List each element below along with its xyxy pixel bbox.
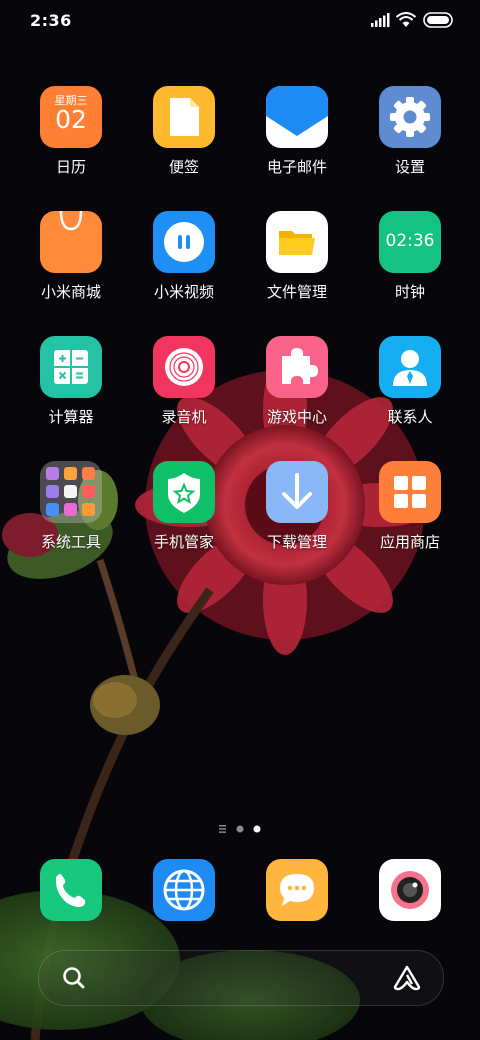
camera-lens-icon (379, 859, 441, 921)
dock-messages[interactable] (247, 859, 347, 921)
app-label: 小米视频 (153, 283, 214, 301)
calendar-icon: 星期三 02 (40, 86, 102, 148)
dock-browser[interactable] (134, 859, 234, 921)
battery-icon (423, 12, 453, 28)
app-security[interactable]: 手机管家 (134, 461, 234, 571)
app-store-grid-icon (379, 461, 441, 523)
app-calculator[interactable]: 计算器 (21, 336, 121, 446)
app-email[interactable]: 电子邮件 (247, 86, 347, 196)
app-app-store[interactable]: 应用商店 (360, 461, 460, 571)
app-notes[interactable]: 便签 (134, 86, 234, 196)
page-indicator[interactable] (0, 822, 480, 836)
app-mi-video[interactable]: 小米视频 (134, 211, 234, 321)
clock-display: 02:36 (385, 231, 435, 251)
assistant-icon[interactable] (393, 965, 421, 991)
status-bar: 2:36 (0, 0, 480, 44)
app-clock[interactable]: 02:36 时钟 (360, 211, 460, 321)
app-label: 小米商城 (40, 283, 101, 301)
app-label: 设置 (394, 158, 425, 176)
page-dot-2 (236, 825, 244, 833)
app-label: 电子邮件 (266, 158, 327, 176)
app-label: 时钟 (394, 283, 425, 301)
app-label: 便签 (168, 158, 199, 176)
app-label: 日历 (55, 158, 86, 176)
app-mi-store[interactable]: 小米商城 (21, 211, 121, 321)
app-downloads[interactable]: 下载管理 (247, 461, 347, 571)
download-arrow-icon (266, 461, 328, 523)
app-recorder[interactable]: 录音机 (134, 336, 234, 446)
page-indicator-menu-icon (219, 825, 226, 833)
puzzle-icon (266, 336, 328, 398)
status-time: 2:36 (30, 11, 72, 30)
recorder-disc-icon (153, 336, 215, 398)
app-label: 手机管家 (153, 533, 214, 551)
app-label: 录音机 (161, 408, 207, 426)
app-game-center[interactable]: 游戏中心 (247, 336, 347, 446)
email-icon (266, 86, 328, 148)
notes-icon (153, 86, 215, 148)
calendar-date: 02 (55, 105, 87, 134)
folder-system-tools[interactable]: 系统工具 (21, 461, 121, 571)
contact-person-icon (379, 336, 441, 398)
app-label: 计算器 (48, 408, 94, 426)
app-settings[interactable]: 设置 (360, 86, 460, 196)
dock-camera[interactable] (360, 859, 460, 921)
page-dot-3-active (253, 825, 261, 833)
app-label: 联系人 (387, 408, 433, 426)
app-label: 游戏中心 (266, 408, 327, 426)
phone-icon (40, 859, 102, 921)
dock-phone[interactable] (21, 859, 121, 921)
app-label: 文件管理 (266, 283, 327, 301)
settings-gear-icon (379, 86, 441, 148)
search-bar[interactable] (38, 950, 444, 1006)
app-label: 下载管理 (266, 533, 327, 551)
app-calendar[interactable]: 星期三 02 日历 (21, 86, 121, 196)
message-bubble-icon (266, 859, 328, 921)
app-label: 系统工具 (40, 533, 101, 551)
video-pause-icon (153, 211, 215, 273)
shopping-bag-icon (40, 211, 102, 273)
shield-star-icon (153, 461, 215, 523)
globe-icon (153, 859, 215, 921)
search-icon[interactable] (61, 965, 87, 991)
folder-icon (266, 211, 328, 273)
calculator-icon (40, 336, 102, 398)
clock-icon: 02:36 (379, 211, 441, 273)
wifi-icon (396, 12, 416, 27)
app-file-manager[interactable]: 文件管理 (247, 211, 347, 321)
signal-icon (371, 13, 390, 27)
folder-preview-icon (40, 461, 102, 523)
app-label: 应用商店 (379, 533, 440, 551)
app-contacts[interactable]: 联系人 (360, 336, 460, 446)
